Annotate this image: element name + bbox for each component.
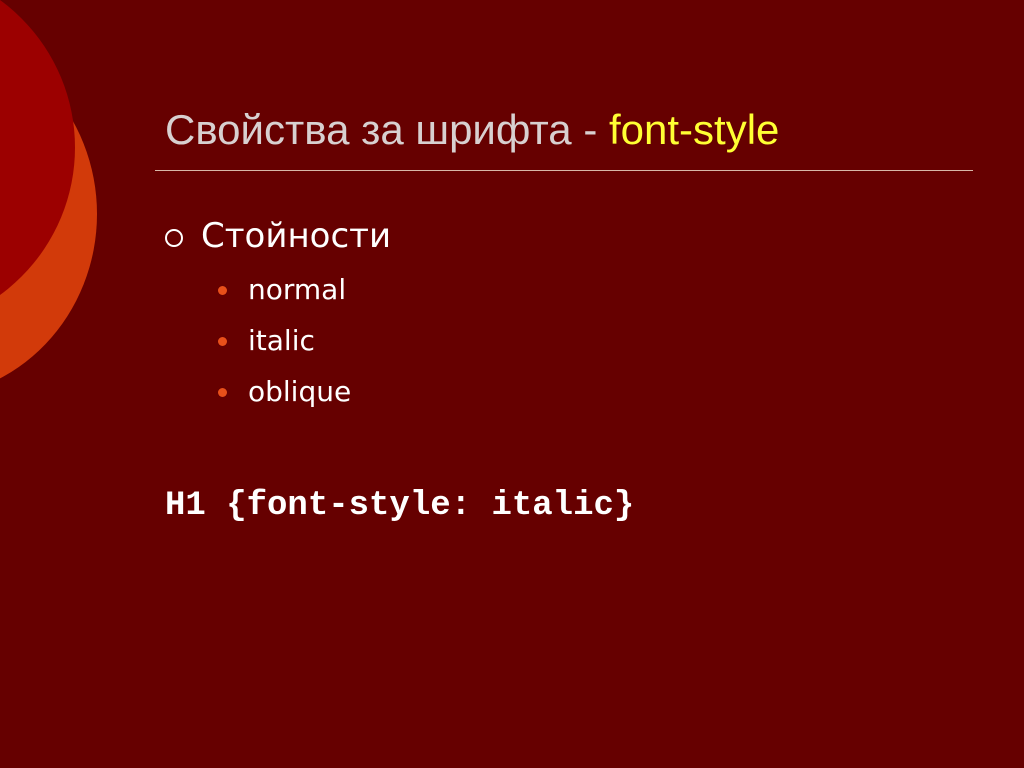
slide-title-accent: font-style xyxy=(608,106,780,153)
dot-bullet-icon xyxy=(218,285,227,295)
title-divider xyxy=(155,170,973,171)
dot-bullet-icon xyxy=(218,336,227,346)
bullet-level1-label: Стойности xyxy=(201,216,392,256)
bullet-level1-values: Стойности xyxy=(165,212,391,260)
bullet-value-label: normal xyxy=(248,273,347,306)
bullet-value-italic: italic xyxy=(218,321,315,361)
bullet-value-oblique: oblique xyxy=(218,372,351,412)
bullet-value-label: italic xyxy=(248,324,315,357)
ring-bullet-icon xyxy=(165,229,183,247)
code-example: H1 {font-style: italic} xyxy=(165,487,635,525)
dot-bullet-icon xyxy=(218,387,227,397)
bullet-value-label: oblique xyxy=(248,375,352,408)
slide-title-main: Свойства за шрифта - xyxy=(165,106,609,153)
slide: Свойства за шрифта - font-style Стойност… xyxy=(0,0,1024,768)
bullet-value-normal: normal xyxy=(218,270,346,310)
slide-title: Свойства за шрифта - font-style xyxy=(165,100,779,160)
